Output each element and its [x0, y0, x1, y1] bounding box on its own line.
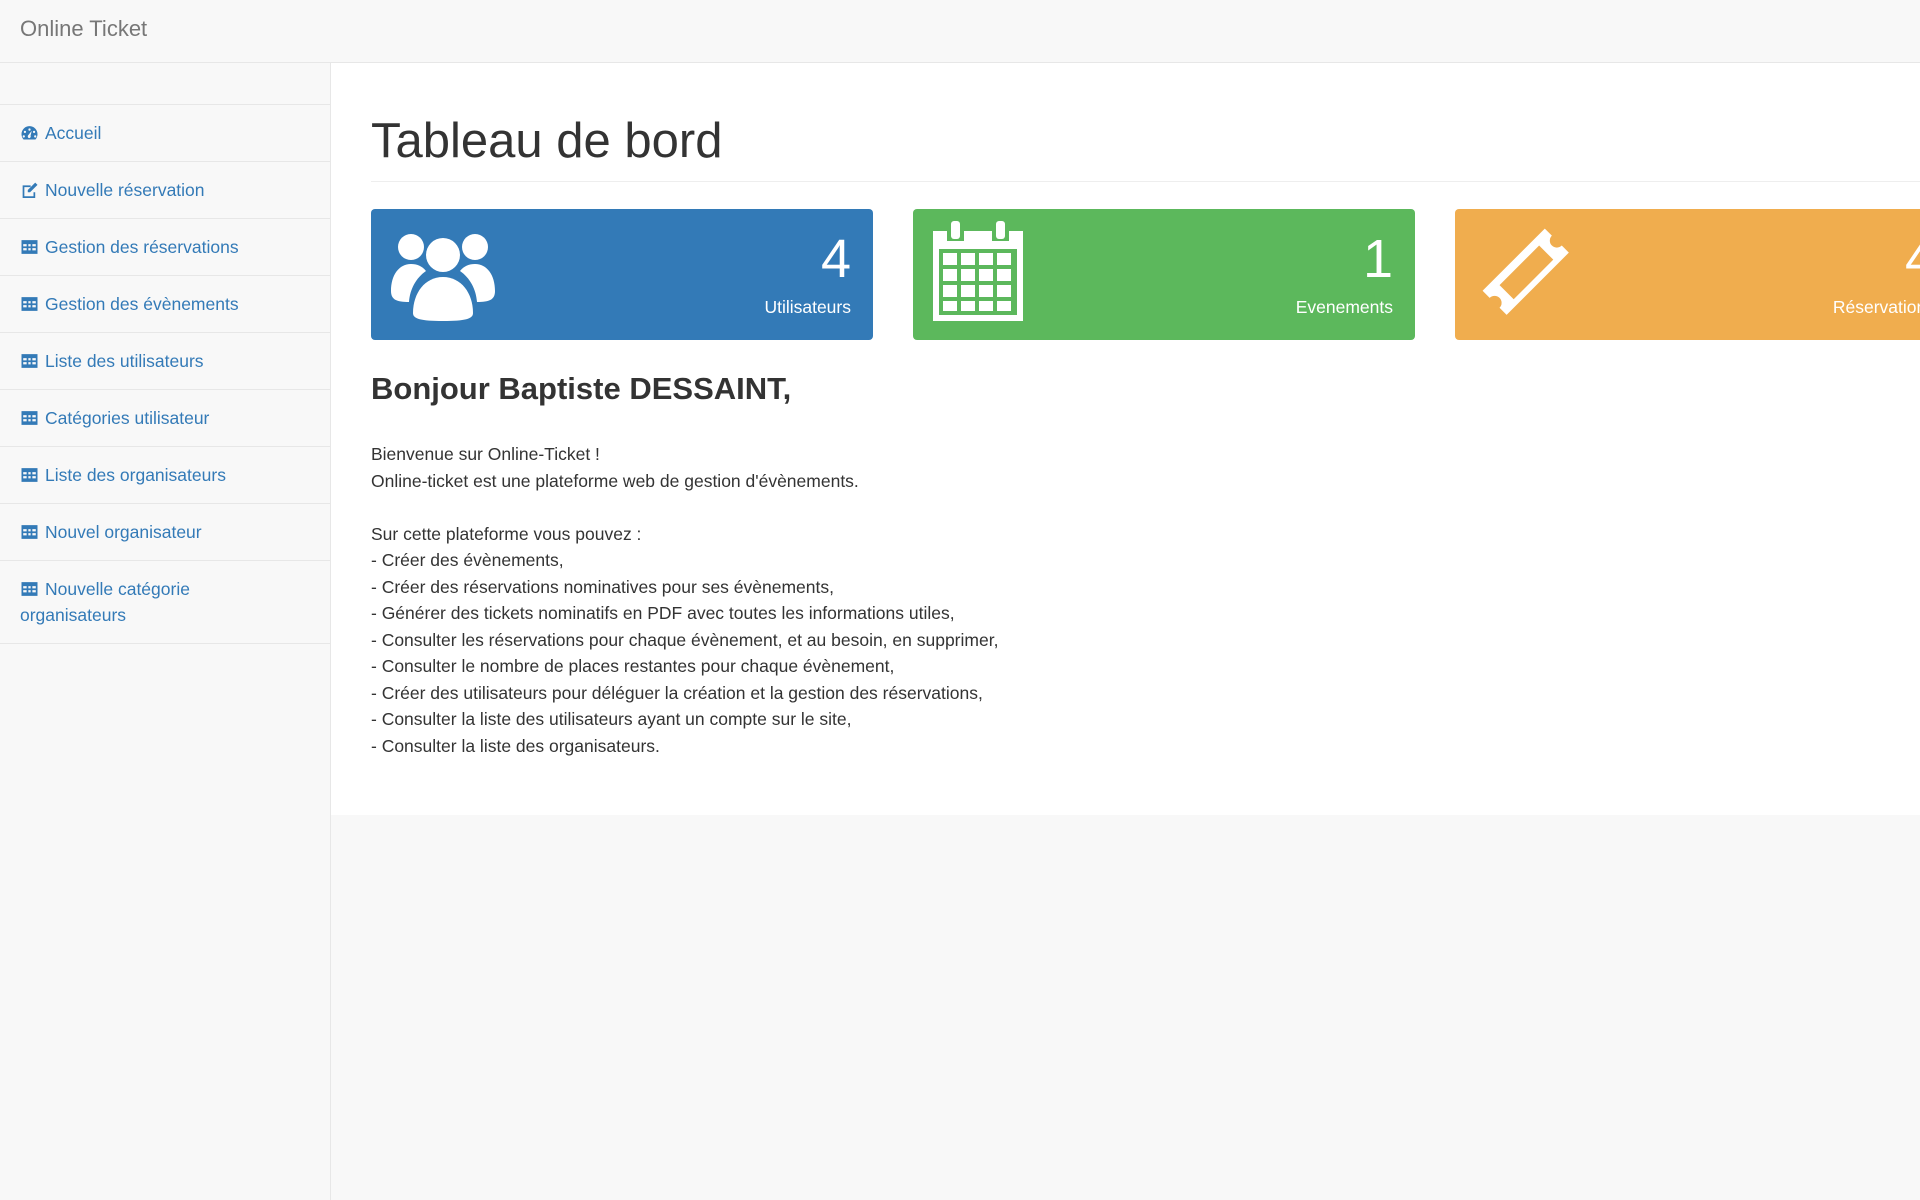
- sidebar: Accueil Nouvelle réservation Gestion des…: [0, 63, 331, 1200]
- panel-count: 4: [1904, 229, 1920, 289]
- feature-item: - Créer des réservations nominatives pou…: [371, 576, 834, 597]
- feature-item: - Générer des tickets nominatifs en PDF …: [371, 603, 955, 623]
- sidebar-item-label: Accueil: [45, 123, 102, 143]
- intro-line: Online-ticket est une plateforme web de …: [371, 470, 859, 491]
- users-icon: [391, 234, 495, 321]
- welcome-text: Bienvenue sur Online-Ticket ! Online-tic…: [371, 441, 998, 759]
- features-intro: Sur cette plateforme vous pouvez :: [371, 523, 642, 544]
- welcome-line: Bienvenue sur Online-Ticket !: [371, 444, 600, 464]
- table-icon: [21, 582, 38, 596]
- feature-item: - Consulter la liste des organisateurs.: [371, 735, 660, 756]
- panel-utilisateurs[interactable]: 4 Utilisateurs: [371, 209, 873, 340]
- feature-item: - Créer des utilisateurs pour déléguer l…: [371, 682, 983, 703]
- feature-item: - Consulter les réservations pour chaque…: [371, 629, 999, 650]
- sidebar-item-gestion-evenements[interactable]: Gestion des évènements: [0, 276, 330, 333]
- sidebar-item-label: Catégories utilisateur: [45, 408, 210, 428]
- title-divider: [371, 181, 1920, 182]
- panel-count: 1: [1362, 229, 1393, 289]
- ticket-icon: [1482, 228, 1569, 315]
- dashboard-icon: [21, 126, 38, 140]
- top-navbar: Online Ticket: [0, 0, 1920, 63]
- sidebar-item-liste-organisateurs[interactable]: Liste des organisateurs: [0, 447, 330, 504]
- sidebar-item-nouvelle-categorie-organisateurs[interactable]: Nouvelle catégorie organisateurs: [0, 561, 330, 644]
- sidebar-item-nouvelle-reservation[interactable]: Nouvelle réservation: [0, 162, 330, 219]
- sidebar-item-label: Gestion des évènements: [45, 294, 239, 314]
- sidebar-item-accueil[interactable]: Accueil: [0, 105, 330, 162]
- sidebar-item-label: Nouvelle réservation: [45, 180, 205, 200]
- table-icon: [21, 411, 38, 425]
- panel-count: 4: [820, 229, 851, 289]
- feature-item: - Consulter le nombre de places restante…: [371, 656, 895, 676]
- panel-label: Utilisateurs: [764, 297, 851, 317]
- table-icon: [21, 525, 38, 539]
- sidebar-item-nouvel-organisateur[interactable]: Nouvel organisateur: [0, 504, 330, 561]
- panel-label: Evenements: [1295, 297, 1393, 317]
- table-icon: [21, 297, 38, 311]
- greeting-heading: Bonjour Baptiste DESSAINT,: [371, 371, 792, 406]
- sidebar-item-liste-utilisateurs[interactable]: Liste des utilisateurs: [0, 333, 330, 390]
- panel-evenements[interactable]: 1 Evenements: [913, 209, 1415, 340]
- sidebar-item-label: Nouvelle catégorie organisateurs: [20, 579, 190, 625]
- feature-item: - Consulter la liste des utilisateurs ay…: [371, 709, 852, 729]
- feature-item: - Créer des évènements,: [371, 550, 564, 570]
- sidebar-menu: Accueil Nouvelle réservation Gestion des…: [0, 104, 330, 644]
- sidebar-item-categories-utilisateur[interactable]: Catégories utilisateur: [0, 390, 330, 447]
- sidebar-item-label: Gestion des réservations: [45, 237, 239, 257]
- brand-link[interactable]: Online Ticket: [20, 16, 147, 42]
- calendar-icon: [933, 221, 1023, 321]
- sidebar-item-gestion-reservations[interactable]: Gestion des réservations: [0, 219, 330, 276]
- panel-reservations[interactable]: 4 Réservations: [1455, 209, 1920, 340]
- page-title: Tableau de bord: [371, 114, 723, 168]
- edit-icon: [22, 182, 38, 198]
- sidebar-item-label: Liste des utilisateurs: [45, 351, 204, 371]
- table-icon: [21, 354, 38, 368]
- table-icon: [21, 240, 38, 254]
- main-content: Tableau de bord 4 Utilisateurs 1 Eveneme…: [331, 63, 1920, 815]
- sidebar-item-label: Nouvel organisateur: [45, 522, 202, 542]
- panel-label: Réservations: [1832, 297, 1920, 317]
- sidebar-item-label: Liste des organisateurs: [45, 465, 226, 485]
- table-icon: [21, 468, 38, 482]
